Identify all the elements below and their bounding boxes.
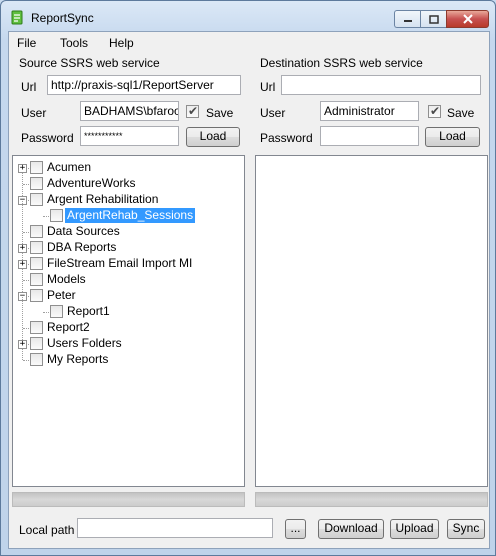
tree-node-label: DBA Reports xyxy=(47,240,117,254)
source-horizontal-scrollbar[interactable] xyxy=(12,492,245,507)
report-sync-app-icon xyxy=(11,10,23,25)
maximize-icon xyxy=(428,14,439,24)
destination-report-tree[interactable] xyxy=(255,155,488,487)
destination-url-label: Url xyxy=(260,80,276,94)
tree-node[interactable]: Report1 xyxy=(13,297,241,320)
sync-button[interactable]: Sync xyxy=(447,519,485,539)
tree-checkbox[interactable] xyxy=(30,225,43,238)
source-password-field[interactable]: *********** xyxy=(80,126,179,146)
source-user-field[interactable]: BADHAMS\bfarooq xyxy=(80,101,179,121)
tree-checkbox[interactable] xyxy=(30,161,43,174)
tree-node-label: Report2 xyxy=(47,320,90,334)
tree-node[interactable]: Report2 xyxy=(13,320,241,336)
tree-child-connector xyxy=(22,297,23,312)
download-button[interactable]: Download xyxy=(318,519,384,539)
destination-password-field[interactable] xyxy=(320,126,419,146)
destination-save-checkbox[interactable]: ✔ xyxy=(428,104,441,118)
tree-node-label: Models xyxy=(47,272,86,286)
close-button[interactable] xyxy=(446,10,489,28)
tree-node[interactable]: + FileStream Email Import MI xyxy=(13,256,241,272)
tree-checkbox[interactable] xyxy=(30,177,43,190)
expand-icon[interactable]: + xyxy=(18,244,27,253)
tree-checkbox[interactable] xyxy=(50,209,63,222)
tree-checkbox[interactable] xyxy=(30,353,43,366)
local-path-label: Local path xyxy=(19,523,75,537)
destination-horizontal-scrollbar[interactable] xyxy=(255,492,488,507)
minimize-icon xyxy=(403,20,412,22)
tree-node[interactable]: ArgentRehab_Sessions xyxy=(13,201,241,224)
tree-node-label: Argent Rehabilitation xyxy=(47,192,159,206)
menu-tools[interactable]: Tools xyxy=(60,36,88,50)
destination-password-label: Password xyxy=(260,131,313,145)
tree-node[interactable]: Models xyxy=(13,272,241,288)
destination-user-field[interactable]: Administrator xyxy=(320,101,419,121)
tree-node[interactable]: Data Sources xyxy=(13,224,241,240)
tree-checkbox[interactable] xyxy=(30,241,43,254)
source-save-label: Save xyxy=(206,106,234,120)
tree-node[interactable]: + Acumen xyxy=(13,160,241,176)
tree-node-label: My Reports xyxy=(47,352,109,366)
tree-node[interactable]: − Peter xyxy=(13,288,241,304)
menu-file[interactable]: File xyxy=(17,36,36,50)
browse-button[interactable]: ... xyxy=(285,519,306,539)
title-bar[interactable]: ReportSync xyxy=(1,1,495,31)
tree-node[interactable]: My Reports xyxy=(13,352,241,368)
tree-node-label: Data Sources xyxy=(47,224,120,238)
destination-load-button[interactable]: Load xyxy=(425,127,480,147)
destination-group-label: Destination SSRS web service xyxy=(260,56,423,70)
tree-checkbox[interactable] xyxy=(30,257,43,270)
source-save-checkbox[interactable]: ✔ xyxy=(186,104,199,118)
source-report-tree[interactable]: + Acumen AdventureWorks − Argent Rehabilitat… xyxy=(12,155,245,487)
source-load-button[interactable]: Load xyxy=(186,127,240,147)
destination-url-field[interactable] xyxy=(281,75,481,95)
tree-node-label: AdventureWorks xyxy=(47,176,136,190)
tree-node-label: FileStream Email Import MI xyxy=(47,256,193,270)
source-user-label: User xyxy=(21,106,47,120)
source-url-label: Url xyxy=(21,80,37,94)
checkmark-icon: ✔ xyxy=(430,104,441,118)
client-area: File Tools Help Source SSRS web service … xyxy=(8,31,490,549)
tree-checkbox[interactable] xyxy=(30,289,43,302)
expand-icon[interactable]: + xyxy=(18,164,27,173)
minimize-button[interactable] xyxy=(394,10,420,28)
close-icon xyxy=(462,14,473,24)
source-url-field[interactable]: http://praxis-sql1/ReportServer xyxy=(47,75,241,95)
app-window: ReportSync File Tools Help Source SSRS w… xyxy=(0,0,496,556)
expand-icon[interactable]: + xyxy=(18,260,27,269)
source-group-label: Source SSRS web service xyxy=(19,56,160,70)
tree-node[interactable]: − Argent Rehabilitation xyxy=(13,192,241,208)
source-password-label: Password xyxy=(21,131,74,145)
tree-node[interactable]: + DBA Reports xyxy=(13,240,241,256)
tree-checkbox[interactable] xyxy=(30,337,43,350)
destination-save-label: Save xyxy=(447,106,475,120)
local-path-field[interactable] xyxy=(77,518,273,538)
tree-node-label: Acumen xyxy=(47,160,92,174)
checkmark-icon: ✔ xyxy=(188,104,199,118)
tree-checkbox[interactable] xyxy=(30,321,43,334)
maximize-button[interactable] xyxy=(420,10,446,28)
menu-bar: File Tools Help xyxy=(9,32,489,54)
menu-help[interactable]: Help xyxy=(109,36,134,50)
tree-node-label: Users Folders xyxy=(47,336,122,350)
tree-node-label: ArgentRehab_Sessions xyxy=(65,208,196,223)
tree-checkbox[interactable] xyxy=(30,193,43,206)
tree-node-label: Peter xyxy=(47,288,76,302)
window-title: ReportSync xyxy=(31,11,94,25)
tree-checkbox[interactable] xyxy=(50,305,63,318)
tree-child-connector xyxy=(22,201,23,216)
tree-node-label: Report1 xyxy=(67,304,110,318)
tree-node[interactable]: AdventureWorks xyxy=(13,176,241,192)
upload-button[interactable]: Upload xyxy=(390,519,439,539)
expand-icon[interactable]: + xyxy=(18,340,27,349)
destination-user-label: User xyxy=(260,106,286,120)
tree-node[interactable]: + Users Folders xyxy=(13,336,241,352)
tree-checkbox[interactable] xyxy=(30,273,43,286)
